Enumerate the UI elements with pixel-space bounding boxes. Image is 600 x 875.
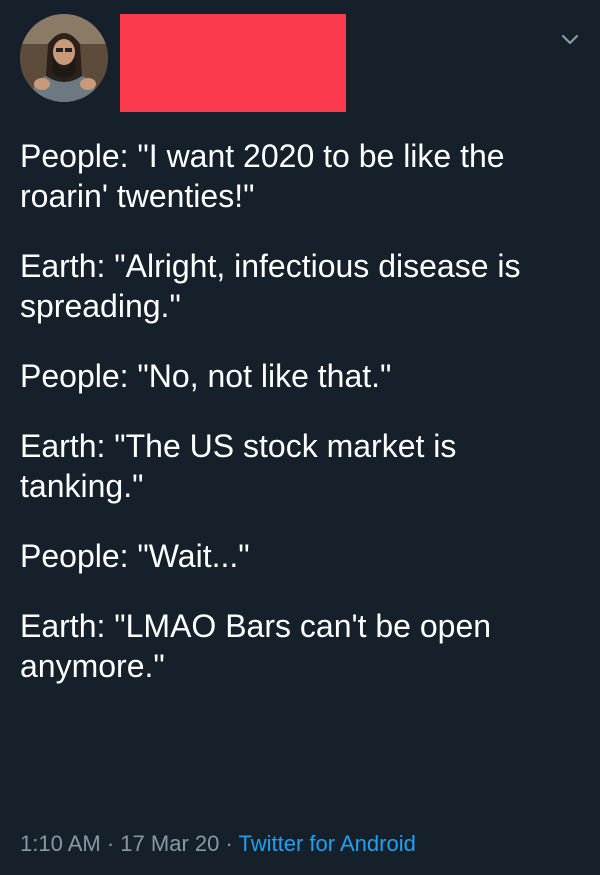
tweet-paragraph: People: "Wait..." [20,538,250,574]
tweet-card: People: "I want 2020 to be like the roar… [0,0,600,875]
tweet-paragraph: People: "I want 2020 to be like the roar… [20,138,505,214]
avatar[interactable] [20,14,108,102]
tweet-metadata: 1:10 AM · 17 Mar 20 · Twitter for Androi… [20,830,416,858]
tweet-paragraph: Earth: "The US stock market is tanking." [20,428,457,504]
tweet-source-link[interactable]: Twitter for Android [239,831,416,856]
avatar-photo [20,14,108,102]
tweet-text: People: "I want 2020 to be like the roar… [20,136,585,716]
chevron-down-icon[interactable] [556,28,584,52]
redacted-username-block [120,14,346,112]
tweet-date[interactable]: 17 Mar 20 [120,831,219,856]
tweet-paragraph: Earth: "LMAO Bars can't be open anymore.… [20,608,492,684]
tweet-paragraph: People: "No, not like that." [20,358,392,394]
tweet-paragraph: Earth: "Alright, infectious disease is s… [20,248,521,324]
meta-separator: · [225,831,233,856]
meta-separator: · [106,831,115,856]
tweet-time[interactable]: 1:10 AM [20,831,101,856]
